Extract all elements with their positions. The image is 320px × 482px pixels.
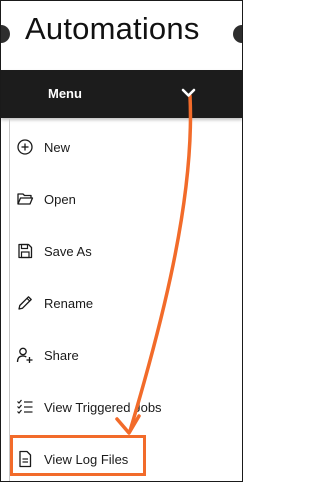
menu-item-new[interactable]: New bbox=[10, 121, 242, 173]
pencil-icon bbox=[18, 296, 32, 310]
plus-circle-icon bbox=[17, 139, 33, 155]
menu-item-open[interactable]: Open bbox=[10, 173, 242, 225]
window-control-dot bbox=[233, 25, 242, 43]
window-control-dot bbox=[1, 25, 10, 43]
menu-label: Menu bbox=[48, 86, 82, 101]
menu-item-share[interactable]: Share bbox=[10, 329, 242, 381]
menu-item-save-as[interactable]: Save As bbox=[10, 225, 242, 277]
annotation-highlight-box bbox=[10, 435, 146, 476]
menu-item-label: View Triggered Jobs bbox=[44, 400, 162, 415]
menu-item-label: Share bbox=[44, 348, 79, 363]
save-icon bbox=[18, 243, 33, 259]
user-add-icon bbox=[16, 347, 33, 363]
menu-item-label: Open bbox=[44, 192, 76, 207]
menu-item-label: Save As bbox=[44, 244, 92, 259]
folder-open-icon bbox=[17, 193, 34, 205]
menu-dropdown-toggle[interactable]: Menu bbox=[1, 70, 242, 118]
checklist-icon bbox=[17, 399, 33, 414]
menu-list: New Open Save As Rename Share View Trigg… bbox=[1, 118, 242, 481]
menu-item-rename[interactable]: Rename bbox=[10, 277, 242, 329]
automations-panel: Automations Menu New Open Save As Rename… bbox=[0, 0, 243, 482]
page-title: Automations bbox=[25, 11, 200, 46]
title-bar: Automations bbox=[1, 1, 242, 69]
menu-item-label: Rename bbox=[44, 296, 94, 311]
menu-item-label: New bbox=[44, 140, 71, 155]
menu-item-view-triggered-jobs[interactable]: View Triggered Jobs bbox=[10, 381, 242, 433]
